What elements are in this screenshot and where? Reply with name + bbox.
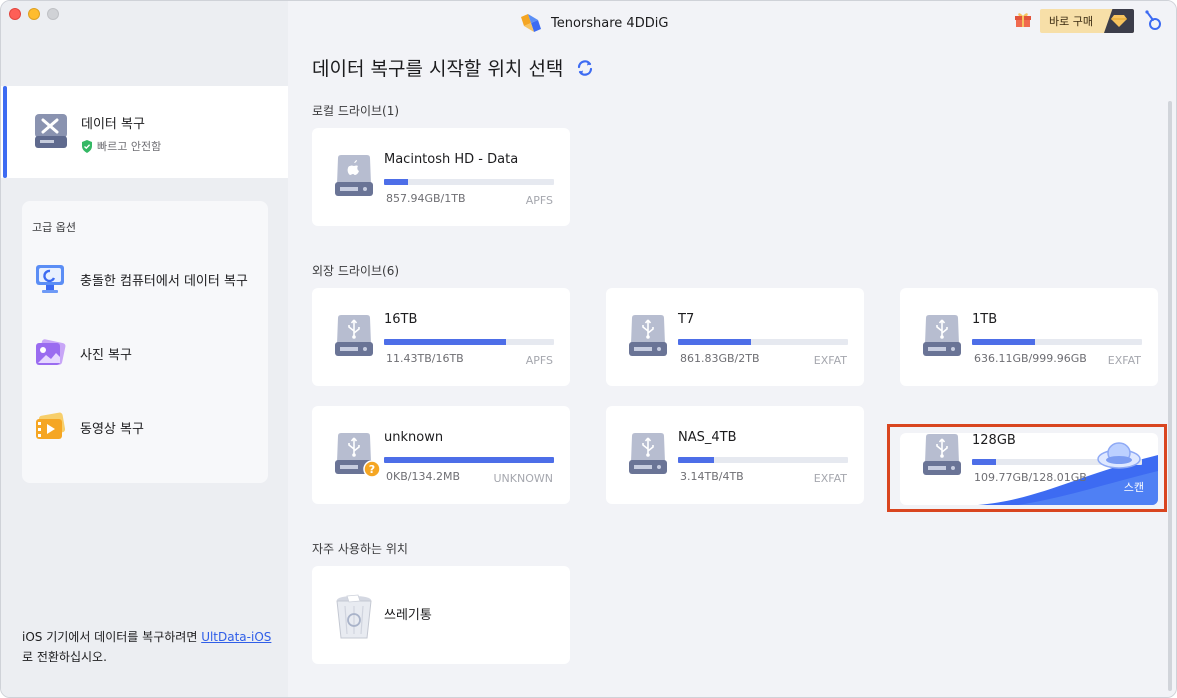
- sidebar: 데이터 복구 빠르고 안전함 고급 옵션 충돌한 컴퓨터에서 데이터 복구 사진…: [1, 1, 288, 697]
- drive-card-nas-4tb[interactable]: NAS_4TB 3.14TB/4TB EXFAT: [606, 406, 864, 504]
- user-menu-icon[interactable]: [1144, 10, 1164, 32]
- main-scrollbar[interactable]: [1168, 101, 1172, 691]
- nav-video-recovery-label: 동영상 복구: [80, 421, 144, 437]
- app-window: 데이터 복구 빠르고 안전함 고급 옵션 충돌한 컴퓨터에서 데이터 복구 사진…: [0, 0, 1177, 698]
- ios-switch-note: iOS 기기에서 데이터를 복구하려면 UltData-iOS 로 전환하십시오.: [22, 627, 272, 667]
- drive-filesystem: EXFAT: [1107, 354, 1141, 367]
- drive-name: 128GB: [972, 433, 1016, 448]
- usb-drive-icon: [629, 315, 667, 356]
- drive-card-macintosh-hd[interactable]: Macintosh HD - Data 857.94GB/1TB APFS: [312, 128, 570, 226]
- location-card-trash[interactable]: 쓰레기통: [312, 566, 570, 664]
- subtitle-text: 빠르고 안전함: [97, 140, 162, 153]
- main-content: Tenorshare 4DDiG 바로 구매 데이터 복구를 시작할 위치 선택: [288, 1, 1176, 697]
- drive-usage-fill: [678, 339, 752, 345]
- page-title-text: 데이터 복구를 시작할 위치 선택: [312, 58, 564, 80]
- tools-drive-icon: [33, 112, 69, 154]
- app-title: Tenorshare 4DDiG: [518, 11, 668, 35]
- drive-filesystem: EXFAT: [813, 472, 847, 485]
- drive-filesystem: EXFAT: [813, 354, 847, 367]
- drive-usage-bar: [678, 339, 848, 345]
- nav-photo-recovery[interactable]: 사진 복구: [34, 337, 132, 369]
- drive-size: 109.77GB/128.01GB: [974, 471, 1087, 484]
- drive-usage-bar: [384, 339, 554, 345]
- external-drives-label: 외장 드라이브(6): [312, 264, 400, 278]
- drive-name: 1TB: [972, 312, 998, 327]
- drive-filesystem: UNKNOWN: [493, 472, 554, 485]
- window-controls: [9, 8, 59, 20]
- drive-filesystem: APFS: [525, 194, 553, 207]
- buy-now-label: 바로 구매: [1049, 15, 1093, 28]
- drive-usage-bar: [384, 179, 554, 185]
- mac-drive-icon: [335, 155, 373, 196]
- drive-size: 857.94GB/1TB: [386, 192, 466, 205]
- page-title: 데이터 복구를 시작할 위치 선택: [312, 54, 595, 81]
- usb-drive-icon: [923, 315, 961, 356]
- local-drives-label: 로컬 드라이브(1): [312, 104, 400, 118]
- drive-size: 861.83GB/2TB: [680, 352, 760, 365]
- photo-icon: [36, 339, 66, 365]
- drive-usage-fill: [384, 179, 408, 185]
- drive-usage-bar: [678, 457, 848, 463]
- drive-usage-bar: [972, 339, 1142, 345]
- drive-size: 3.14TB/4TB: [680, 470, 744, 483]
- drive-name: unknown: [384, 430, 444, 445]
- drive-size: 0KB/134.2MB: [386, 470, 460, 483]
- close-window-button[interactable]: [9, 8, 21, 20]
- ultdata-ios-link[interactable]: UltData-iOS: [201, 630, 271, 644]
- app-logo-icon: [521, 14, 541, 32]
- svg-text:?: ?: [369, 463, 375, 476]
- drive-size: 636.11GB/999.96GB: [974, 352, 1087, 365]
- nav-video-recovery[interactable]: 동영상 복구: [34, 411, 144, 443]
- nav-data-recovery-title: 데이터 복구: [81, 117, 145, 132]
- usb-drive-warning-icon: ?: [335, 433, 381, 478]
- drive-filesystem: APFS: [525, 354, 553, 367]
- location-name: 쓰레기통: [384, 608, 432, 623]
- drive-name: 16TB: [384, 312, 418, 327]
- drive-card-t7[interactable]: T7 861.83GB/2TB EXFAT: [606, 288, 864, 386]
- usb-drive-icon: [629, 433, 667, 474]
- drive-name: Macintosh HD - Data: [384, 152, 519, 167]
- selected-drive-highlight: 128GB 109.77GB/128.01GB 스캔: [887, 424, 1167, 512]
- usb-drive-icon: [923, 434, 961, 475]
- drive-usage-fill: [972, 339, 1035, 345]
- refresh-icon[interactable]: [575, 58, 595, 78]
- nav-crashed-computer-recovery[interactable]: 충돌한 컴퓨터에서 데이터 복구: [34, 263, 248, 295]
- drive-usage-bar: [384, 457, 554, 463]
- drive-card-unknown[interactable]: ? unknown 0KB/134.2MB UNKNOWN: [312, 406, 570, 504]
- drive-card-16tb[interactable]: 16TB 11.43TB/16TB APFS: [312, 288, 570, 386]
- drive-usage-fill: [972, 459, 996, 465]
- crashed-computer-icon: [36, 265, 64, 293]
- scan-ufo-icon: [1097, 442, 1141, 469]
- nav-data-recovery-subtitle: 빠르고 안전함: [81, 138, 161, 154]
- zoom-window-button[interactable]: [47, 8, 59, 20]
- trash-icon: [336, 594, 372, 639]
- drive-card-128gb[interactable]: 128GB 109.77GB/128.01GB 스캔: [900, 433, 1158, 505]
- buy-now-button[interactable]: 바로 구매: [1040, 9, 1134, 33]
- frequent-locations-label: 자주 사용하는 위치: [312, 542, 408, 556]
- drive-size: 11.43TB/16TB: [386, 352, 464, 365]
- drive-name: NAS_4TB: [678, 430, 737, 445]
- minimize-window-button[interactable]: [28, 8, 40, 20]
- drive-card-1tb[interactable]: 1TB 636.11GB/999.96GB EXFAT: [900, 288, 1158, 386]
- video-icon: [36, 412, 66, 439]
- scan-button-label[interactable]: 스캔: [1124, 479, 1144, 495]
- drive-usage-fill: [678, 457, 714, 463]
- gift-icon[interactable]: [1014, 10, 1032, 28]
- drive-name: T7: [678, 312, 695, 327]
- advanced-options-title: 고급 옵션: [32, 221, 76, 234]
- ios-note-text: iOS 기기에서 데이터를 복구하려면: [22, 630, 202, 644]
- app-title-text: Tenorshare 4DDiG: [551, 15, 669, 31]
- nav-photo-recovery-label: 사진 복구: [80, 347, 132, 363]
- drive-usage-fill: [384, 457, 554, 463]
- active-indicator: [3, 86, 7, 178]
- ios-note-text-end: 로 전환하십시오.: [22, 650, 107, 664]
- drive-usage-fill: [384, 339, 507, 345]
- diamond-icon: [1104, 9, 1134, 33]
- usb-drive-icon: [335, 315, 373, 356]
- nav-crashed-computer-label: 충돌한 컴퓨터에서 데이터 복구: [80, 273, 248, 289]
- shield-check-icon: [82, 139, 92, 153]
